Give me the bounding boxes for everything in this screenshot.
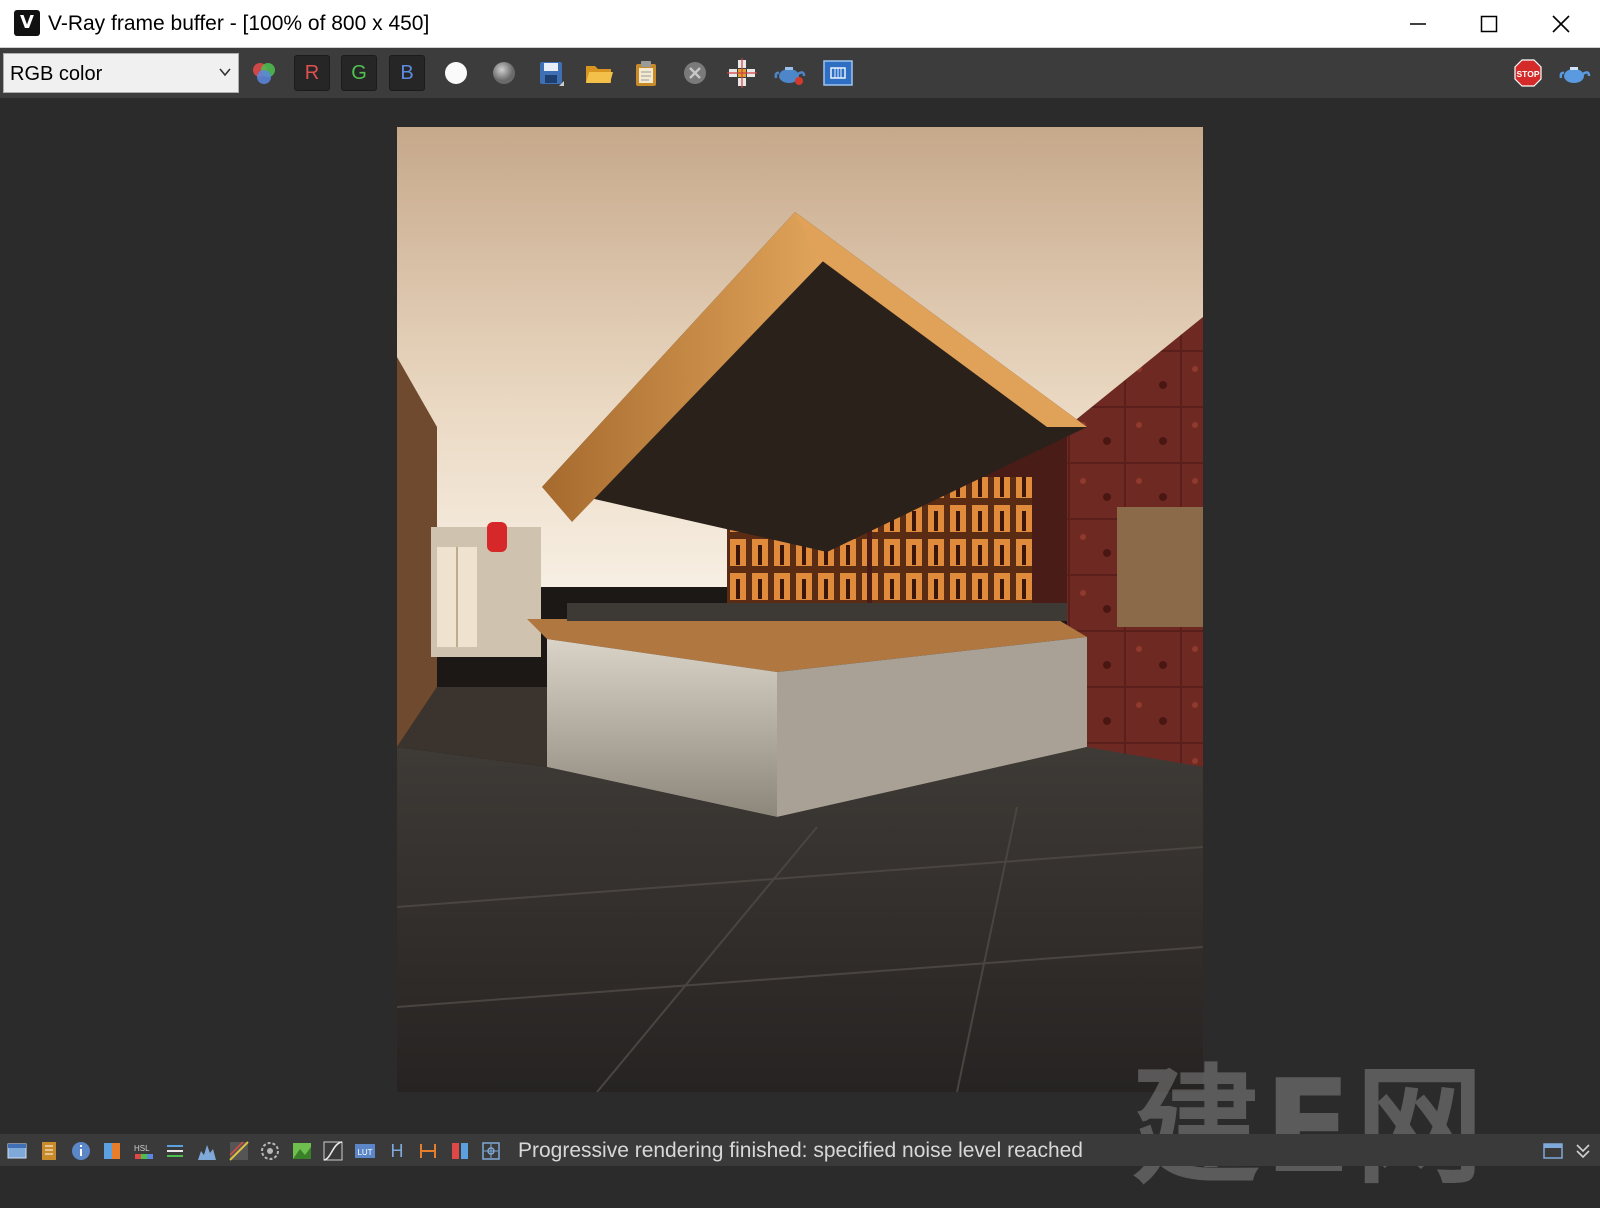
gray-circle-icon [493, 62, 515, 84]
history-button[interactable] [38, 1140, 60, 1162]
clear-image-button[interactable] [679, 57, 711, 89]
chevron-down-icon [219, 68, 231, 77]
title-bar: V V-Ray frame buffer - [100% of 800 x 45… [0, 0, 1600, 48]
monochrome-button[interactable] [488, 57, 520, 89]
copy-to-clipboard-button[interactable] [630, 57, 662, 89]
stop-label: STOP [1517, 69, 1540, 79]
maximize-button[interactable] [1465, 6, 1513, 42]
toolbar: RGB color R G B STOP [0, 48, 1600, 98]
save-icon [540, 62, 564, 86]
channel-select-value: RGB color [10, 63, 103, 85]
lut-button[interactable]: LUT [354, 1140, 376, 1162]
h-button[interactable]: H [386, 1140, 408, 1162]
white-circle-icon [445, 62, 467, 84]
rendered-interior-image [397, 127, 1203, 1092]
curves-button[interactable] [322, 1140, 344, 1162]
close-icon [1552, 15, 1570, 33]
width-icon [420, 1144, 436, 1158]
minimize-button[interactable] [1394, 6, 1442, 42]
vray-logo-icon: V [14, 10, 40, 36]
track-mouse-button[interactable] [726, 57, 758, 89]
levels-button[interactable] [164, 1140, 186, 1162]
window-icon [1543, 1143, 1563, 1159]
render-teapot-icon [774, 67, 806, 85]
curve-icon [229, 1141, 249, 1161]
frame-buffer-canvas[interactable]: 建E网 [0, 98, 1600, 1202]
region-render-button[interactable] [822, 57, 854, 89]
blue-channel-button[interactable]: B [389, 55, 425, 91]
hsl-button[interactable]: HSL [133, 1140, 155, 1162]
lut-label: LUT [357, 1148, 372, 1157]
alpha-white-button[interactable] [440, 57, 472, 89]
rendered-image [397, 127, 1203, 1092]
info-button[interactable] [70, 1140, 92, 1162]
render-last-button[interactable] [774, 57, 806, 89]
status-bar: HSL LUT H Progressive rendering finished… [0, 1134, 1600, 1166]
open-folder-icon [586, 66, 613, 83]
rgb-channels-icon [253, 63, 275, 84]
save-image-button[interactable] [535, 57, 567, 89]
stop-render-button[interactable]: STOP [1512, 57, 1544, 89]
expand-panel-button[interactable] [1572, 1140, 1594, 1162]
clear-icon [684, 62, 706, 84]
width-button[interactable] [417, 1140, 439, 1162]
lut-icon: LUT [355, 1144, 375, 1158]
exposure-button[interactable] [259, 1140, 281, 1162]
status-message: Progressive rendering finished: specifie… [518, 1139, 1083, 1162]
load-image-button[interactable] [583, 57, 615, 89]
info-icon [72, 1142, 90, 1160]
rgb-channels-button[interactable] [248, 57, 280, 89]
channel-select[interactable]: RGB color [3, 53, 239, 93]
render-button[interactable] [1559, 57, 1591, 89]
window-title: V-Ray frame buffer - [100% of 800 x 450] [48, 12, 430, 35]
track-mouse-icon [727, 58, 757, 88]
chevron-double-down-icon [1576, 1144, 1590, 1159]
red-channel-button[interactable]: R [294, 55, 330, 91]
compare-button[interactable] [449, 1140, 471, 1162]
color-corrections-button[interactable] [101, 1140, 123, 1162]
status-window-button[interactable] [1542, 1140, 1564, 1162]
window-icon [7, 1143, 27, 1159]
color-corrections-icon [104, 1143, 120, 1159]
watermark: 建E网 [1132, 1053, 1488, 1202]
stop-icon: STOP [1514, 59, 1542, 87]
levels-icon [167, 1145, 183, 1157]
show-window-button[interactable] [6, 1140, 28, 1162]
white-balance-button[interactable] [291, 1140, 313, 1162]
histogram-icon [198, 1145, 216, 1160]
hsl-label: HSL [134, 1144, 150, 1153]
curve-button[interactable] [228, 1140, 250, 1162]
clipboard-icon [636, 61, 656, 86]
histogram-button[interactable] [196, 1140, 218, 1162]
curves-icon [323, 1141, 343, 1161]
green-channel-button[interactable]: G [341, 55, 377, 91]
settings-icon [482, 1142, 500, 1160]
white-balance-icon [293, 1143, 311, 1159]
history-icon [42, 1142, 56, 1160]
minimize-icon [1410, 23, 1426, 25]
maximize-icon [1480, 15, 1498, 33]
settings-button[interactable] [480, 1140, 502, 1162]
exposure-icon [261, 1142, 279, 1160]
region-render-icon [823, 60, 853, 86]
render-teapot-icon [1559, 67, 1591, 83]
close-button[interactable] [1537, 6, 1585, 42]
hsl-icon: HSL [134, 1144, 153, 1159]
compare-icon [452, 1143, 468, 1159]
